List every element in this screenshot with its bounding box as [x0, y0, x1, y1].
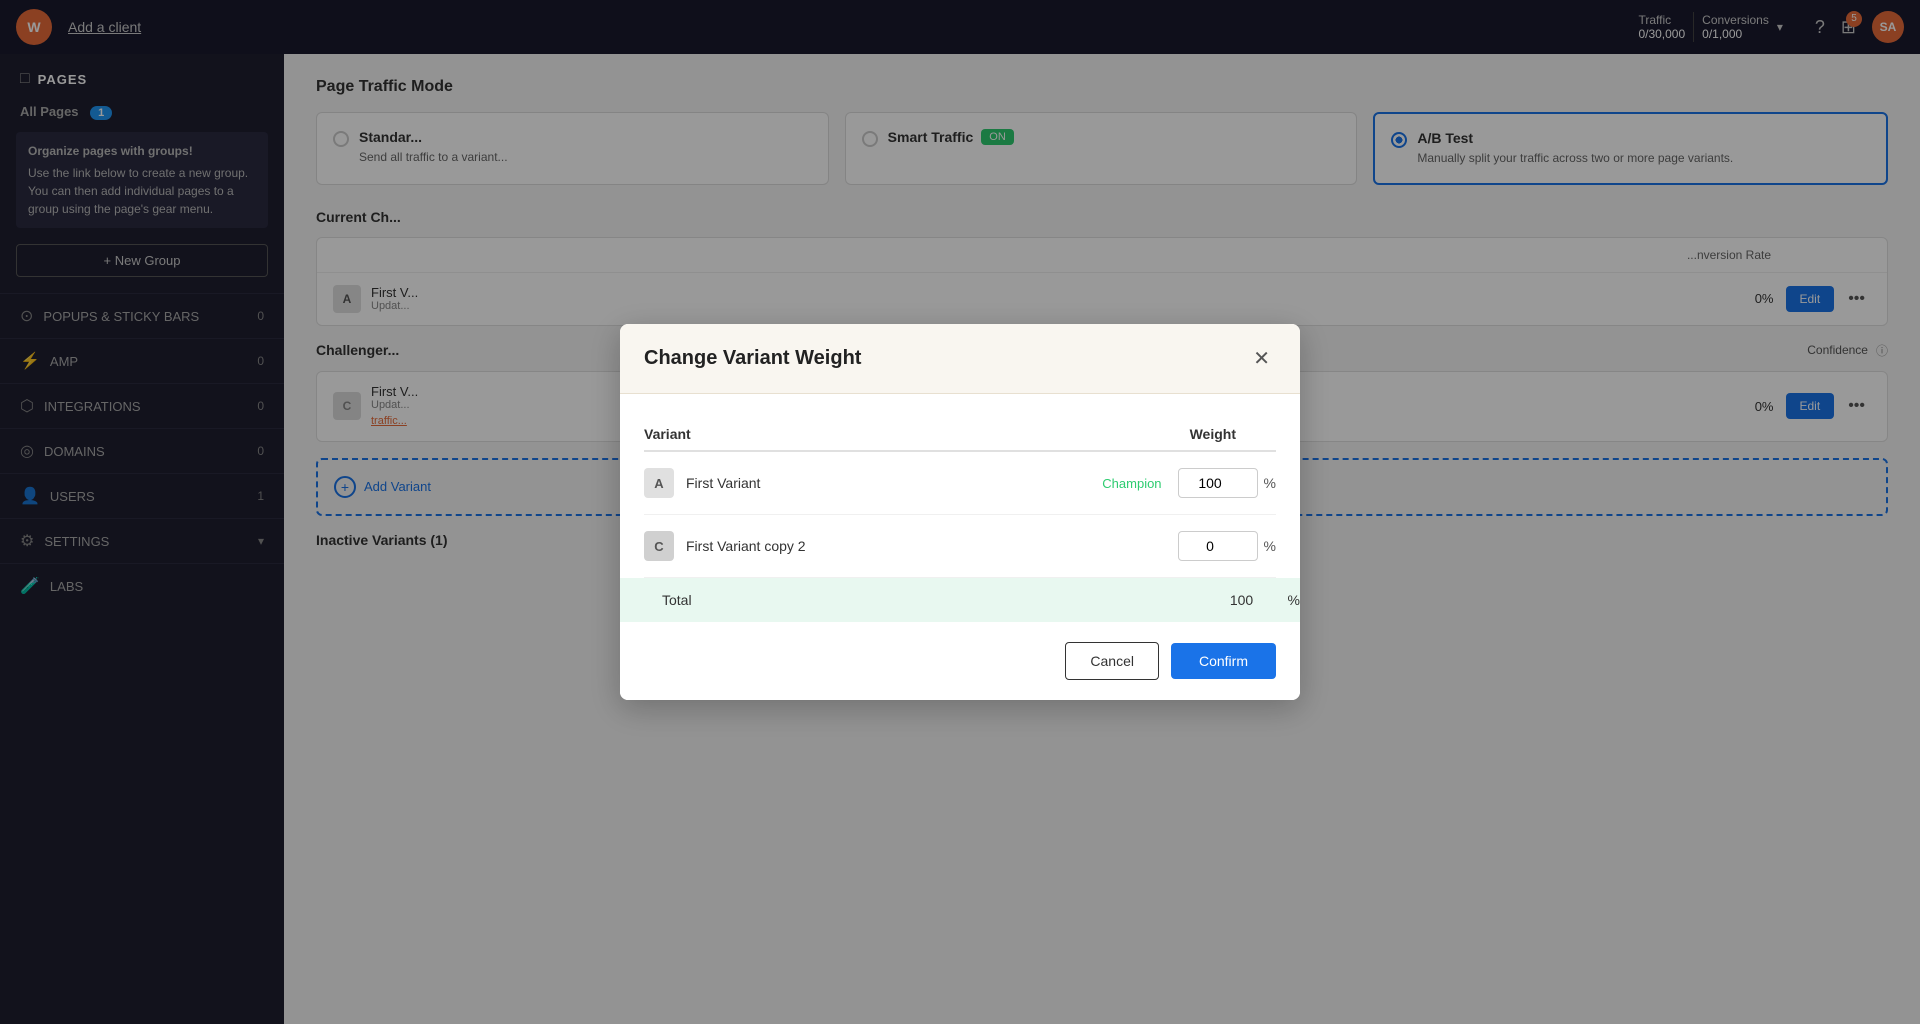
confirm-button[interactable]: Confirm [1171, 643, 1276, 679]
variant-c-weight-wrap: % [1178, 531, 1276, 561]
modal-total-row: Total 100 % [620, 578, 1300, 622]
modal-variant-c-name: First Variant copy 2 [686, 538, 1178, 554]
modal-total-percent: % [1288, 592, 1300, 608]
modal-variant-c-icon: C [644, 531, 674, 561]
variant-a-weight-input[interactable] [1178, 468, 1258, 498]
modal-title: Change Variant Weight [644, 347, 861, 370]
modal-variant-a-name: First Variant [686, 475, 1102, 491]
variant-a-percent-symbol: % [1264, 475, 1276, 491]
cancel-button[interactable]: Cancel [1065, 642, 1159, 680]
modal-header: Change Variant Weight ✕ [620, 324, 1300, 394]
modal-body: Variant Weight A First Variant Champion … [620, 394, 1300, 578]
variant-c-percent-symbol: % [1264, 538, 1276, 554]
champion-badge: Champion [1102, 476, 1161, 491]
modal-variant-a-icon: A [644, 468, 674, 498]
modal-close-button[interactable]: ✕ [1247, 344, 1276, 373]
variant-c-weight-input[interactable] [1178, 531, 1258, 561]
modal-variant-row-a: A First Variant Champion % [644, 452, 1276, 515]
modal-total-value: 100 [1202, 592, 1282, 608]
change-variant-weight-modal: Change Variant Weight ✕ Variant Weight A… [620, 324, 1300, 700]
modal-footer: Cancel Confirm [620, 622, 1300, 700]
variant-a-weight-wrap: % [1178, 468, 1276, 498]
modal-variant-row-c: C First Variant copy 2 % [644, 515, 1276, 578]
modal-overlay: Change Variant Weight ✕ Variant Weight A… [0, 0, 1920, 1024]
modal-weight-col-header: Weight [1116, 426, 1236, 442]
modal-variant-col-header: Variant [644, 426, 1116, 442]
modal-table-header: Variant Weight [644, 418, 1276, 452]
modal-total-label: Total [662, 592, 1202, 608]
